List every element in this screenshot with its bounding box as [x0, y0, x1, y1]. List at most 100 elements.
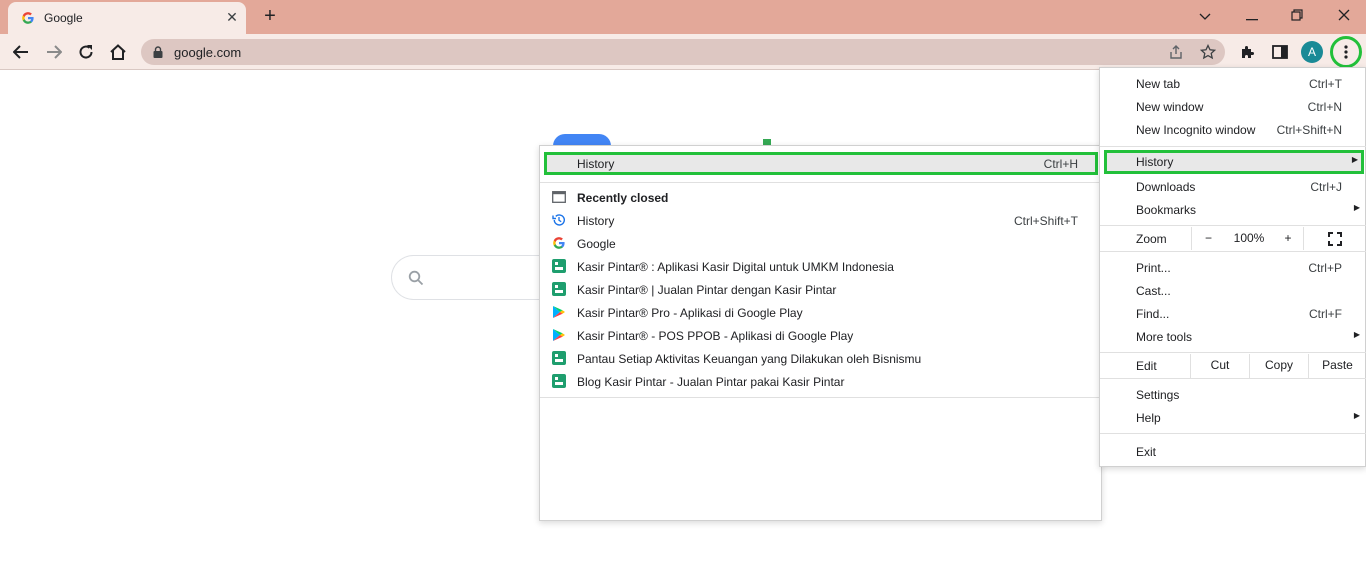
chrome-menu-button[interactable] [1330, 36, 1362, 68]
chrome-main-menu: New tab Ctrl+T New window Ctrl+N New Inc… [1099, 67, 1366, 467]
recent-item-label: Kasir Pintar® - POS PPOB - Aplikasi di G… [577, 329, 854, 343]
menu-more-tools[interactable]: More tools ▶ [1100, 325, 1366, 348]
back-arrow-icon[interactable] [7, 38, 35, 66]
zoom-level: 100% [1233, 231, 1265, 245]
copy-button[interactable]: Copy [1249, 354, 1308, 378]
separator [1100, 378, 1366, 379]
recent-item[interactable]: Blog Kasir Pintar - Jualan Pintar pakai … [544, 370, 1098, 393]
menu-history[interactable]: History ▶ [1104, 150, 1364, 174]
recent-item[interactable]: History Ctrl+Shift+T [544, 209, 1098, 232]
separator [540, 182, 1101, 183]
recent-item[interactable]: Kasir Pintar® Pro - Aplikasi di Google P… [544, 301, 1098, 324]
restore-icon[interactable] [1283, 3, 1311, 29]
separator [1100, 433, 1366, 434]
new-tab-button[interactable]: + [258, 5, 282, 29]
recent-item-label: Blog Kasir Pintar - Jualan Pintar pakai … [577, 375, 845, 389]
extensions-puzzle-icon[interactable] [1234, 38, 1262, 66]
submenu-history-shortcut: Ctrl+H [1043, 157, 1078, 171]
menu-shortcut: Ctrl+F [1309, 307, 1342, 321]
recent-item-label: Kasir Pintar® | Jualan Pintar dengan Kas… [577, 283, 837, 297]
submenu-arrow-icon: ▶ [1353, 411, 1360, 420]
menu-label: Zoom [1136, 232, 1167, 246]
google-play-favicon [553, 306, 565, 318]
menu-new-incognito-window[interactable]: New Incognito window Ctrl+Shift+N [1100, 118, 1366, 141]
recent-item[interactable]: Kasir Pintar® | Jualan Pintar dengan Kas… [544, 278, 1098, 301]
google-search-box[interactable] [391, 255, 551, 300]
recent-item-label: Kasir Pintar® : Aplikasi Kasir Digital u… [577, 260, 894, 274]
browser-tab[interactable]: Google ✕ [8, 2, 246, 34]
title-bar: Google ✕ + [0, 0, 1366, 34]
home-icon[interactable] [104, 38, 132, 66]
menu-label: Bookmarks [1136, 203, 1197, 217]
tab-title: Google [44, 11, 83, 25]
reload-icon[interactable] [72, 38, 100, 66]
menu-settings[interactable]: Settings [1100, 383, 1366, 406]
menu-shortcut: Ctrl+P [1308, 261, 1342, 275]
menu-label: Help [1136, 411, 1161, 425]
separator [1100, 146, 1366, 147]
menu-shortcut: Ctrl+J [1310, 180, 1342, 194]
cut-button[interactable]: Cut [1190, 354, 1249, 378]
kasir-pintar-favicon [552, 259, 566, 273]
history-icon [552, 214, 565, 226]
recently-closed-label: Recently closed [577, 191, 669, 205]
submenu-arrow-icon: ▶ [1353, 330, 1360, 339]
bookmark-star-icon[interactable] [1200, 44, 1216, 60]
recent-item-shortcut: Ctrl+Shift+T [1013, 214, 1078, 228]
menu-label: New Incognito window [1136, 123, 1256, 137]
forward-arrow-icon[interactable] [40, 38, 68, 66]
profile-avatar[interactable]: A [1301, 41, 1323, 63]
menu-label: Edit [1136, 359, 1157, 373]
menu-new-tab[interactable]: New tab Ctrl+T [1100, 72, 1366, 95]
menu-shortcut: Ctrl+T [1309, 77, 1342, 91]
menu-new-window[interactable]: New window Ctrl+N [1100, 95, 1366, 118]
menu-downloads[interactable]: Downloads Ctrl+J [1100, 175, 1366, 198]
recent-item[interactable]: Google [544, 232, 1098, 255]
menu-print[interactable]: Print... Ctrl+P [1100, 256, 1366, 279]
toolbar: google.com A [0, 34, 1366, 70]
submenu-history-item[interactable]: History Ctrl+H [544, 152, 1098, 175]
fullscreen-icon [1328, 232, 1342, 246]
url-text[interactable]: google.com [174, 45, 241, 60]
menu-cast[interactable]: Cast... [1100, 279, 1366, 302]
zoom-in-button[interactable]: + [1273, 227, 1303, 250]
paste-button[interactable]: Paste [1308, 354, 1366, 378]
window-close-icon[interactable] [1330, 3, 1358, 29]
google-favicon [22, 12, 34, 24]
menu-help[interactable]: Help ▶ [1100, 406, 1366, 429]
recent-item-label: Pantau Setiap Aktivitas Keuangan yang Di… [577, 352, 922, 366]
separator [1100, 225, 1366, 226]
recent-item[interactable]: Pantau Setiap Aktivitas Keuangan yang Di… [544, 347, 1098, 370]
kasir-pintar-favicon [552, 282, 566, 296]
minimize-icon[interactable] [1238, 3, 1266, 29]
address-bar[interactable]: google.com [141, 39, 1225, 65]
tab-search-chevron-icon[interactable] [1191, 3, 1219, 29]
menu-find[interactable]: Find... Ctrl+F [1100, 302, 1366, 325]
menu-bookmarks[interactable]: Bookmarks ▶ [1100, 198, 1366, 221]
kasir-pintar-favicon [552, 374, 566, 388]
tab-close-icon[interactable]: ✕ [222, 7, 242, 27]
side-panel-icon[interactable] [1266, 38, 1294, 66]
separator [540, 397, 1101, 398]
menu-label: Exit [1136, 445, 1157, 459]
recent-item-label: History [577, 214, 615, 228]
menu-label: Print... [1136, 261, 1171, 275]
recent-item-label: Google [577, 237, 616, 251]
recent-item[interactable]: Kasir Pintar® - POS PPOB - Aplikasi di G… [544, 324, 1098, 347]
lock-icon[interactable] [153, 46, 163, 58]
fullscreen-button[interactable] [1303, 227, 1366, 250]
three-dots-vertical-icon [1344, 45, 1348, 59]
menu-label: New window [1136, 100, 1204, 114]
google-favicon [553, 237, 565, 249]
share-icon[interactable] [1168, 44, 1184, 60]
menu-label: New tab [1136, 77, 1181, 91]
submenu-arrow-icon: ▶ [1351, 155, 1358, 164]
menu-label: Find... [1136, 307, 1170, 321]
menu-zoom-row: Zoom − 100% + [1100, 227, 1366, 250]
menu-exit[interactable]: Exit [1100, 440, 1366, 463]
recent-item[interactable]: Kasir Pintar® : Aplikasi Kasir Digital u… [544, 255, 1098, 278]
menu-label: History [1136, 155, 1174, 169]
zoom-out-button[interactable]: − [1191, 227, 1225, 250]
recently-closed-header: Recently closed [544, 186, 1098, 209]
tab-window-icon [552, 191, 566, 203]
